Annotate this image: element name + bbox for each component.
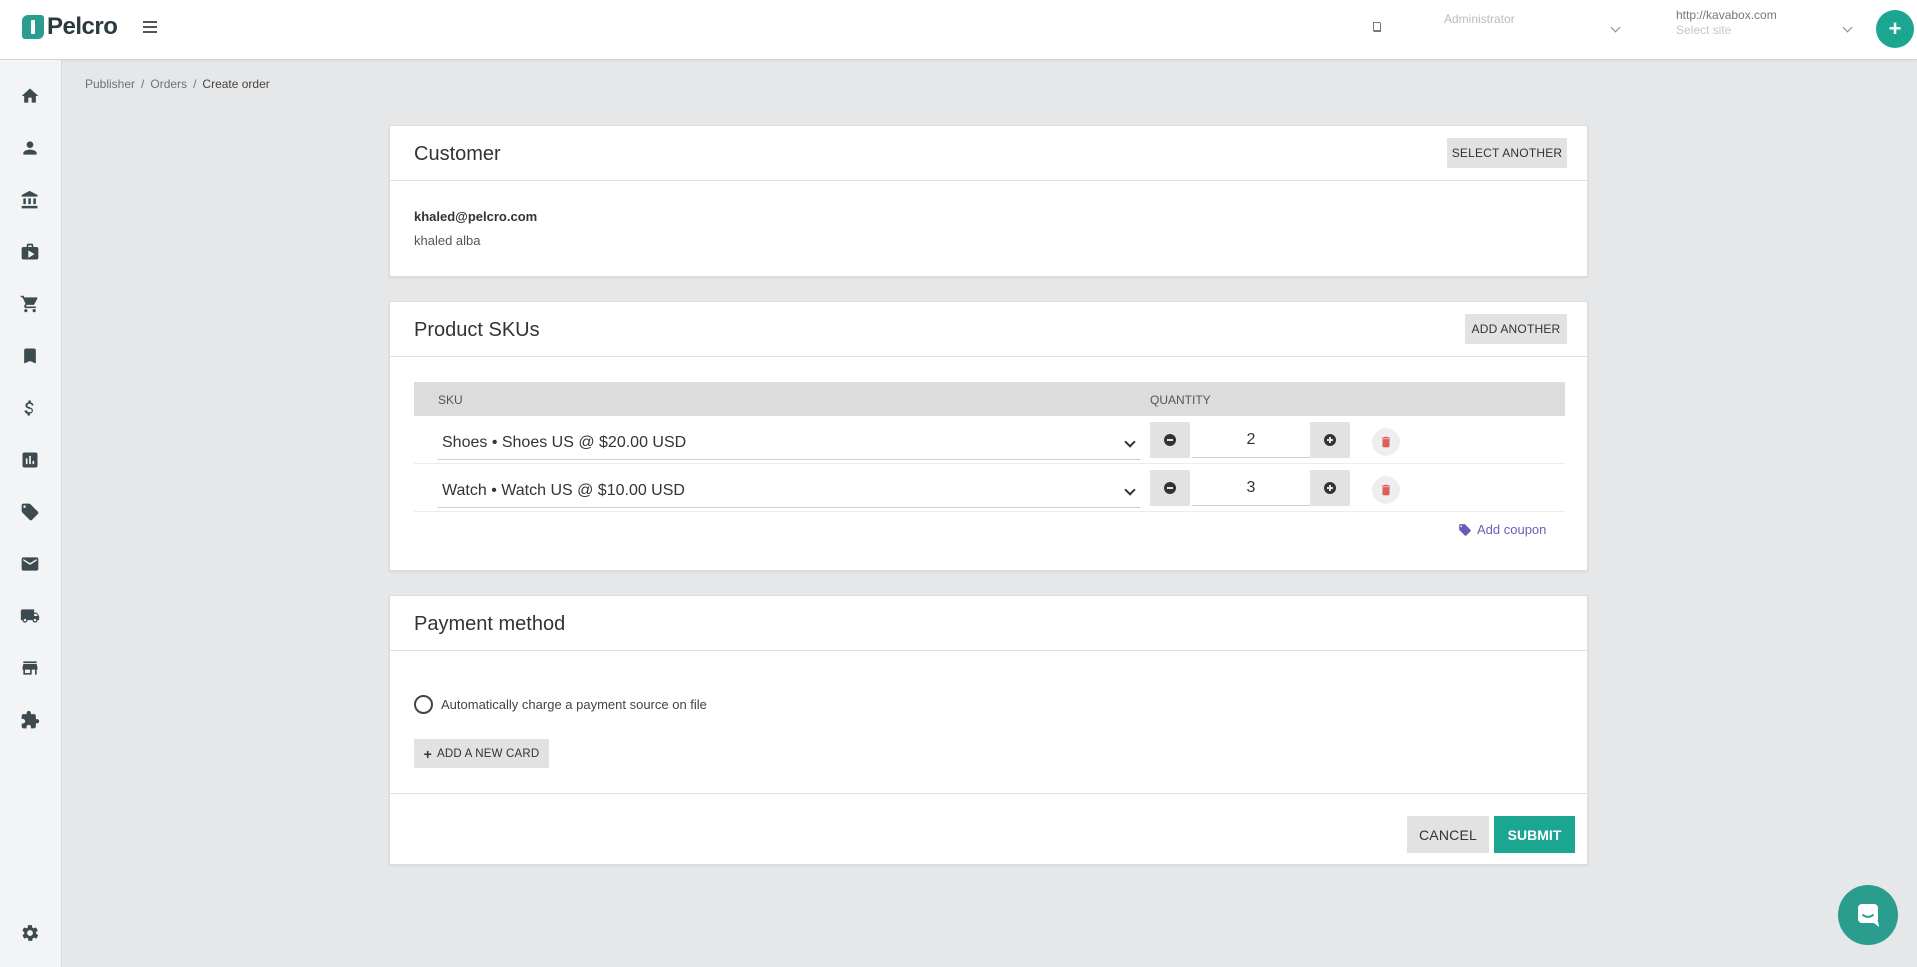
- auto-charge-option[interactable]: Automatically charge a payment source on…: [414, 695, 707, 714]
- customer-name: khaled alba: [414, 233, 481, 248]
- quantity-input[interactable]: [1192, 422, 1310, 458]
- chat-launcher-button[interactable]: [1838, 885, 1898, 945]
- table-row: Shoes • Shoes US @ $20.00 USD: [414, 416, 1565, 464]
- customer-email: khaled@pelcro.com: [414, 209, 538, 224]
- ticket-icon[interactable]: [19, 501, 41, 523]
- bank-icon[interactable]: [19, 189, 41, 211]
- decrease-quantity-button[interactable]: [1150, 422, 1190, 458]
- add-coupon-link[interactable]: Add coupon: [1458, 522, 1546, 537]
- chart-icon[interactable]: [19, 449, 41, 471]
- payment-method-card: Payment method Automatically charge a pa…: [389, 595, 1588, 865]
- plus-circle-icon: [1324, 434, 1336, 446]
- sku-select[interactable]: Shoes • Shoes US @ $20.00 USD: [438, 426, 1140, 460]
- pelcro-logo[interactable]: Pelcro: [22, 13, 118, 41]
- role-select-value: Administrator: [1444, 12, 1515, 26]
- sku-table-header: SKU QUANTITY: [414, 382, 1565, 416]
- breadcrumb-orders[interactable]: Orders: [150, 77, 187, 91]
- minus-circle-icon: [1164, 482, 1176, 494]
- submit-button[interactable]: SUBMIT: [1494, 816, 1575, 853]
- puzzle-icon[interactable]: [19, 709, 41, 731]
- sku-select[interactable]: Watch • Watch US @ $10.00 USD: [438, 474, 1140, 508]
- column-header-quantity: QUANTITY: [1150, 393, 1211, 407]
- plus-circle-icon: [1324, 482, 1336, 494]
- trash-icon: [1381, 436, 1391, 448]
- sku-table: SKU QUANTITY Shoes • Shoes US @ $20.00 U…: [414, 382, 1565, 512]
- breadcrumb-publisher[interactable]: Publisher: [85, 77, 135, 91]
- add-new-card-label: ADD A NEW CARD: [436, 747, 540, 760]
- site-select-value: http://kavabox.com: [1676, 8, 1777, 22]
- decrease-quantity-button[interactable]: [1150, 470, 1190, 506]
- increase-quantity-button[interactable]: [1310, 422, 1350, 458]
- customer-card: Customer SELECT ANOTHER khaled@pelcro.co…: [389, 125, 1588, 277]
- person-icon[interactable]: [19, 137, 41, 159]
- table-row: Watch • Watch US @ $10.00 USD: [414, 464, 1565, 512]
- book-icon[interactable]: [1371, 21, 1383, 33]
- bookmark-icon[interactable]: [19, 345, 41, 367]
- cart-icon[interactable]: [19, 293, 41, 315]
- breadcrumb: Publisher / Orders / Create order: [85, 77, 270, 91]
- quantity-input[interactable]: [1192, 470, 1310, 506]
- role-select[interactable]: Administrator: [1444, 12, 1624, 48]
- chevron-down-icon: [1124, 484, 1136, 496]
- payment-title: Payment method: [414, 613, 566, 635]
- site-select[interactable]: http://kavabox.com Select site: [1676, 8, 1856, 48]
- column-header-sku: SKU: [438, 393, 463, 407]
- chat-icon: [1858, 904, 1879, 927]
- delete-sku-button[interactable]: [1372, 476, 1400, 504]
- sku-select-value: Watch • Watch US @ $10.00 USD: [442, 482, 685, 499]
- breadcrumb-separator: /: [193, 77, 197, 91]
- trash-icon: [1381, 484, 1391, 496]
- increase-quantity-button[interactable]: [1310, 470, 1350, 506]
- add-another-button[interactable]: ADD ANOTHER: [1465, 314, 1567, 344]
- breadcrumb-separator: /: [141, 77, 145, 91]
- auto-charge-label: Automatically charge a payment source on…: [441, 697, 707, 712]
- delete-sku-button[interactable]: [1372, 428, 1400, 456]
- sidebar: [0, 60, 62, 967]
- select-another-button[interactable]: SELECT ANOTHER: [1447, 138, 1567, 168]
- sku-select-value: Shoes • Shoes US @ $20.00 USD: [442, 434, 687, 451]
- quick-add-button[interactable]: +: [1876, 10, 1914, 48]
- site-select-placeholder: Select site: [1676, 23, 1732, 37]
- customer-title: Customer: [414, 143, 501, 165]
- mail-icon[interactable]: [19, 553, 41, 575]
- gear-icon[interactable]: [19, 922, 41, 944]
- cancel-button[interactable]: CANCEL: [1407, 816, 1489, 853]
- plus-icon: +: [423, 745, 432, 762]
- truck-icon[interactable]: [19, 605, 41, 627]
- menu-toggle-icon[interactable]: [143, 21, 157, 33]
- skus-title: Product SKUs: [414, 319, 540, 341]
- briefcase-icon[interactable]: [19, 241, 41, 263]
- breadcrumb-current: Create order: [202, 77, 270, 91]
- add-coupon-label: Add coupon: [1477, 522, 1547, 537]
- chevron-down-icon: [1124, 436, 1136, 448]
- logo-mark-icon: [22, 15, 44, 39]
- coupon-icon: [1459, 523, 1471, 536]
- auto-charge-radio[interactable]: [414, 695, 433, 714]
- store-icon[interactable]: [19, 657, 41, 679]
- top-bar: Pelcro Administrator http://kavabox.com …: [0, 0, 1917, 60]
- minus-circle-icon: [1164, 434, 1176, 446]
- add-new-card-button[interactable]: + ADD A NEW CARD: [414, 739, 549, 768]
- divider: [390, 793, 1587, 794]
- home-icon[interactable]: [19, 85, 41, 107]
- product-skus-card: Product SKUs ADD ANOTHER SKU QUANTITY Sh…: [389, 301, 1588, 571]
- dollar-icon[interactable]: [19, 397, 41, 419]
- logo-text: Pelcro: [47, 13, 118, 40]
